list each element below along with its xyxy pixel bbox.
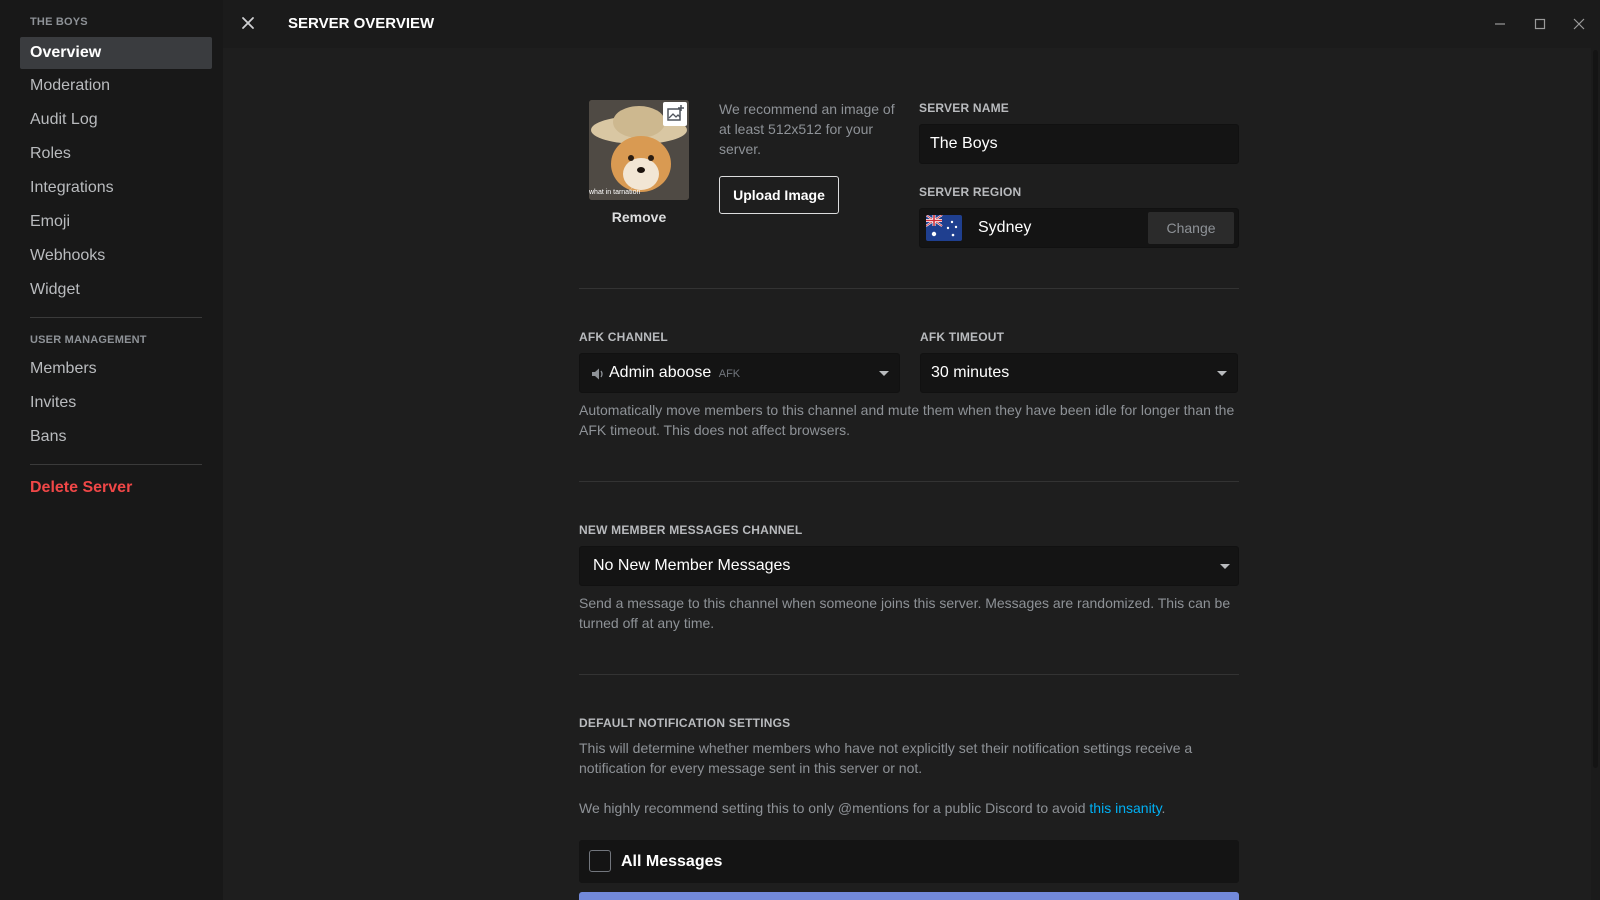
speaker-icon: [590, 366, 606, 382]
notification-recommendation: We highly recommend setting this to only…: [579, 798, 1259, 818]
afk-channel-label: AFK CHANNEL: [579, 330, 668, 344]
sidebar-item-widget[interactable]: Widget: [20, 274, 212, 306]
new-member-channel-value: No New Member Messages: [593, 557, 791, 574]
afk-channel-name: Admin aboose: [609, 364, 712, 381]
server-icon-image[interactable]: what in tarnation: [589, 100, 689, 200]
notification-option-all-messages[interactable]: All Messages: [579, 840, 1239, 883]
maximize-icon[interactable]: [1530, 14, 1550, 34]
sidebar-item-audit-log[interactable]: Audit Log: [20, 104, 212, 136]
radio-checkbox[interactable]: [589, 850, 611, 872]
new-member-channel-select[interactable]: No New Member Messages: [579, 546, 1239, 586]
sidebar-item-emoji[interactable]: Emoji: [20, 206, 212, 238]
section-divider: [579, 288, 1239, 289]
close-settings-icon[interactable]: [237, 12, 259, 34]
change-image-icon[interactable]: [663, 102, 687, 126]
sidebar-divider: [30, 464, 202, 465]
notification-settings-label: DEFAULT NOTIFICATION SETTINGS: [579, 716, 791, 730]
upload-image-button[interactable]: Upload Image: [719, 176, 839, 214]
close-window-icon[interactable]: [1569, 14, 1589, 34]
delete-server-button[interactable]: Delete Server: [20, 472, 212, 504]
afk-timeout-select[interactable]: 30 minutes: [920, 353, 1238, 393]
sidebar-divider: [30, 317, 202, 318]
sidebar-item-invites[interactable]: Invites: [20, 387, 212, 419]
sidebar-item-moderation[interactable]: Moderation: [20, 70, 212, 102]
image-caption: what in tarnation: [589, 189, 641, 196]
server-region-label: SERVER REGION: [919, 185, 1022, 199]
recommendation-text: We highly recommend setting this to only…: [579, 800, 1090, 816]
sidebar-item-bans[interactable]: Bans: [20, 421, 212, 453]
server-name-header: THE BOYS: [30, 16, 88, 28]
page-title: SERVER OVERVIEW: [288, 15, 435, 32]
afk-channel-value: Admin aboose AFK: [609, 354, 740, 393]
server-region-selector: Sydney Change: [919, 208, 1239, 248]
scrollbar-thumb[interactable]: [1593, 50, 1598, 768]
remove-image-button[interactable]: Remove: [589, 209, 689, 225]
all-messages-label: All Messages: [621, 853, 723, 870]
chevron-down-icon: [1220, 564, 1230, 569]
settings-sidebar: THE BOYS Overview Moderation Audit Log R…: [0, 0, 223, 900]
australia-flag-icon: [926, 215, 962, 241]
this-insanity-link[interactable]: this insanity: [1089, 800, 1161, 816]
section-divider: [579, 481, 1239, 482]
notification-option-only-mentions[interactable]: [579, 892, 1239, 900]
sidebar-item-members[interactable]: Members: [20, 353, 212, 385]
afk-timeout-value: 30 minutes: [931, 364, 1010, 381]
afk-channel-tag: AFK: [718, 368, 741, 380]
afk-channel-select[interactable]: Admin aboose AFK: [579, 353, 900, 393]
new-member-hint: Send a message to this channel when some…: [579, 595, 1231, 631]
recommendation-suffix: .: [1161, 800, 1166, 816]
server-name-label: SERVER NAME: [919, 101, 1009, 115]
notification-hint: This will determine whether members who …: [579, 740, 1193, 776]
afk-hint: Automatically move members to this chann…: [579, 402, 1235, 438]
server-name-input[interactable]: The Boys: [919, 124, 1239, 164]
new-member-channel-label: NEW MEMBER MESSAGES CHANNEL: [579, 523, 803, 537]
minimize-icon[interactable]: [1490, 14, 1510, 34]
server-region-value: Sydney: [978, 219, 1032, 236]
sidebar-item-roles[interactable]: Roles: [20, 138, 212, 170]
image-recommend-text: We recommend an image of at least 512x51…: [719, 101, 895, 157]
chevron-down-icon: [1217, 371, 1227, 376]
sidebar-item-webhooks[interactable]: Webhooks: [20, 240, 212, 272]
sidebar-item-overview[interactable]: Overview: [20, 37, 212, 69]
user-management-header: USER MANAGEMENT: [30, 334, 147, 346]
change-region-button[interactable]: Change: [1148, 212, 1234, 244]
sidebar-item-integrations[interactable]: Integrations: [20, 172, 212, 204]
chevron-down-icon: [879, 371, 889, 376]
afk-timeout-label: AFK TIMEOUT: [920, 330, 1005, 344]
section-divider: [579, 674, 1239, 675]
